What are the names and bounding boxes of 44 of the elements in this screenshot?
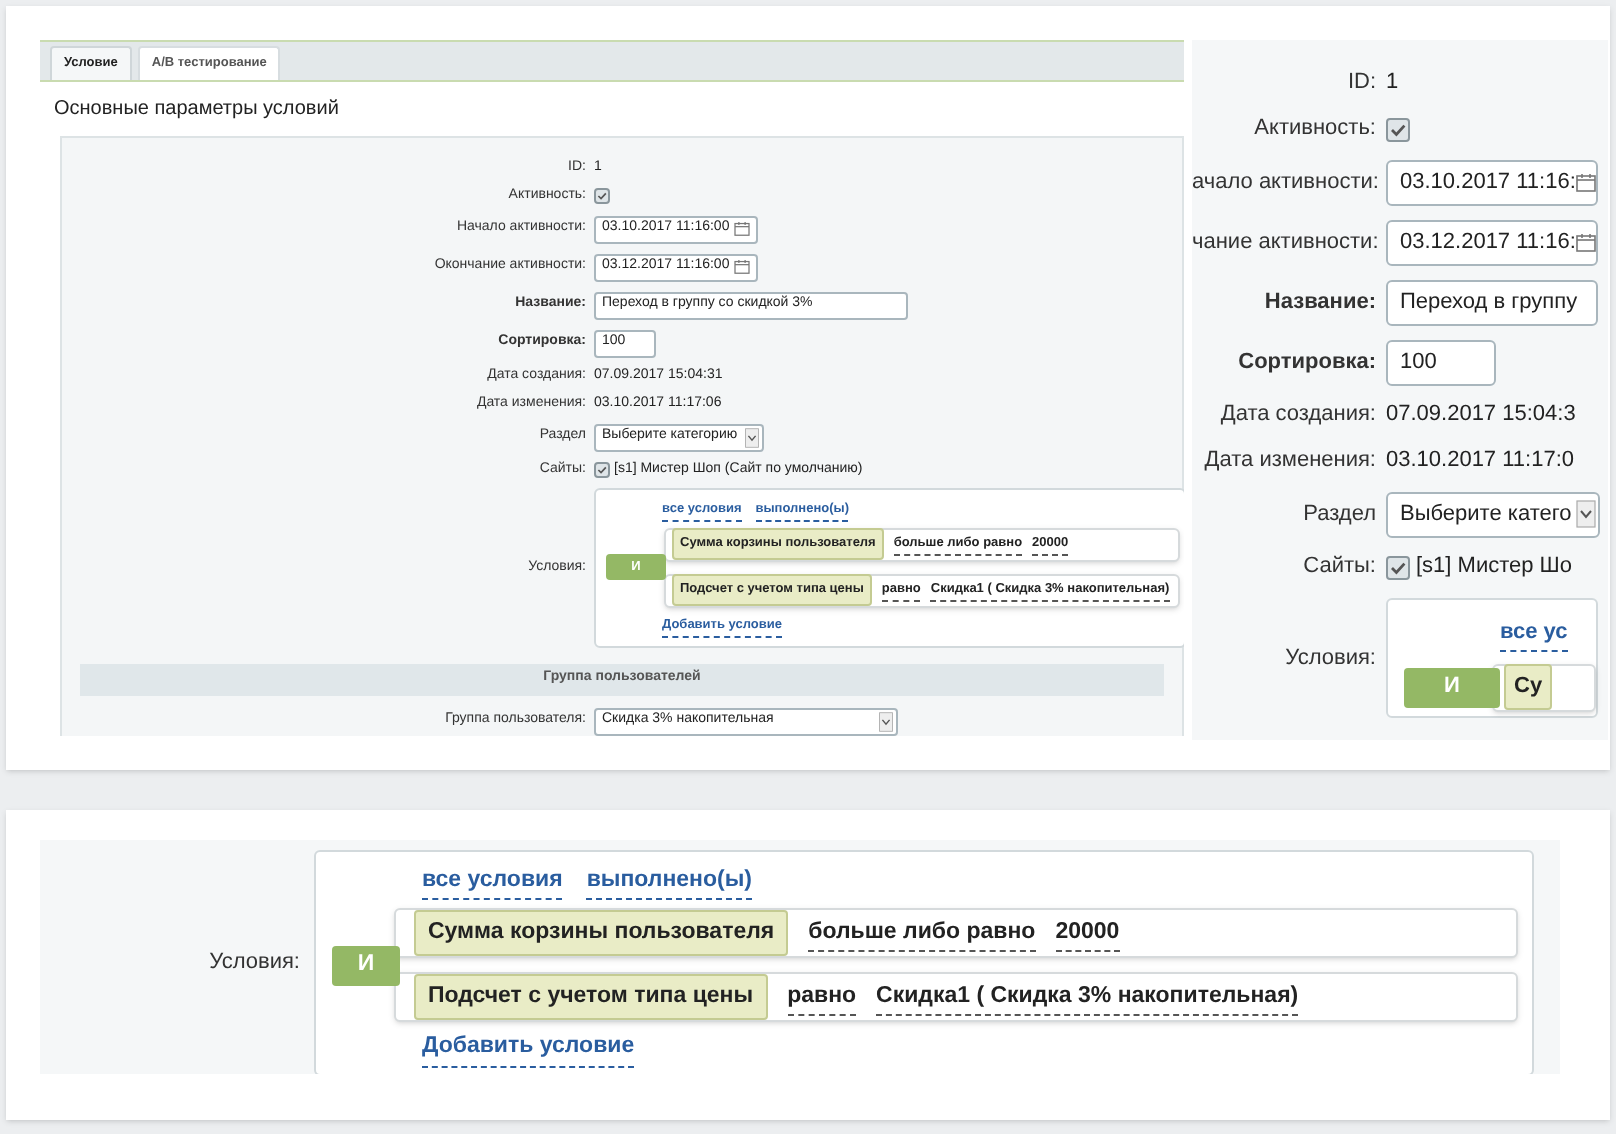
text-field[interactable]: Переход в группу [1386,279,1598,325]
checkbox[interactable] [594,462,610,478]
field-label: ID: [1345,68,1376,99]
condition-link[interactable]: все условия [422,864,563,901]
field-label: ачало активности: [1192,167,1376,198]
select-field[interactable]: Выберите катего [1386,491,1600,537]
field-label: чание активности: [1192,227,1376,258]
checkbox[interactable] [1386,117,1410,141]
field-value: 07.09.2017 15:04:3 [1386,400,1576,431]
field-label: Раздел [1301,499,1376,530]
field-label: Дата изменения: [1202,446,1376,477]
date-field[interactable]: 03.10.2017 11:16: [1386,159,1598,205]
add-condition-link[interactable]: Добавить условие [422,1030,635,1067]
text-field[interactable]: 100 [1386,339,1496,385]
checkbox[interactable] [594,188,610,204]
checkbox-label: [s1] Мистер Шо [1416,552,1572,583]
condition-link[interactable]: выполнено(ы) [586,864,752,901]
field-label: Сортировка: [1236,347,1376,378]
field-value: 03.10.2017 11:17:0 [1386,446,1574,477]
caret-icon [1575,500,1596,528]
value-link[interactable]: Скидка1 ( Скидка 3% накопительная) [876,979,1299,1016]
calendar-icon[interactable] [1575,173,1596,191]
condition-name[interactable]: Сумма корзины пользователя [414,910,789,957]
condition-name[interactable]: Подсчет с учетом типа цены [414,974,768,1021]
field-label: Активность: [1252,114,1376,145]
field-label: Сайты: [1301,552,1376,583]
date-field[interactable]: 03.12.2017 11:16: [1386,219,1598,265]
field-label: Дата создания: [1218,400,1376,431]
operator-link[interactable]: равно [787,979,857,1016]
caret-icon [878,711,894,731]
field-value: 1 [1386,68,1399,99]
calendar-icon[interactable] [734,222,750,236]
checkbox[interactable] [1386,555,1410,579]
caret-icon [743,427,760,447]
condition-link[interactable]: все ус [1500,616,1568,651]
field-label: Условия: [1283,643,1376,673]
calendar-icon[interactable] [1575,233,1596,251]
section-heading: Основные параметры условий [52,96,341,124]
field-label: Название: [1262,287,1376,318]
condition-name[interactable]: Су [1504,664,1553,710]
calendar-icon[interactable] [734,260,750,274]
operator-link[interactable]: больше либо равно [808,915,1036,952]
field-label: Условия: [207,948,300,978]
value-link[interactable]: 20000 [1055,915,1120,952]
